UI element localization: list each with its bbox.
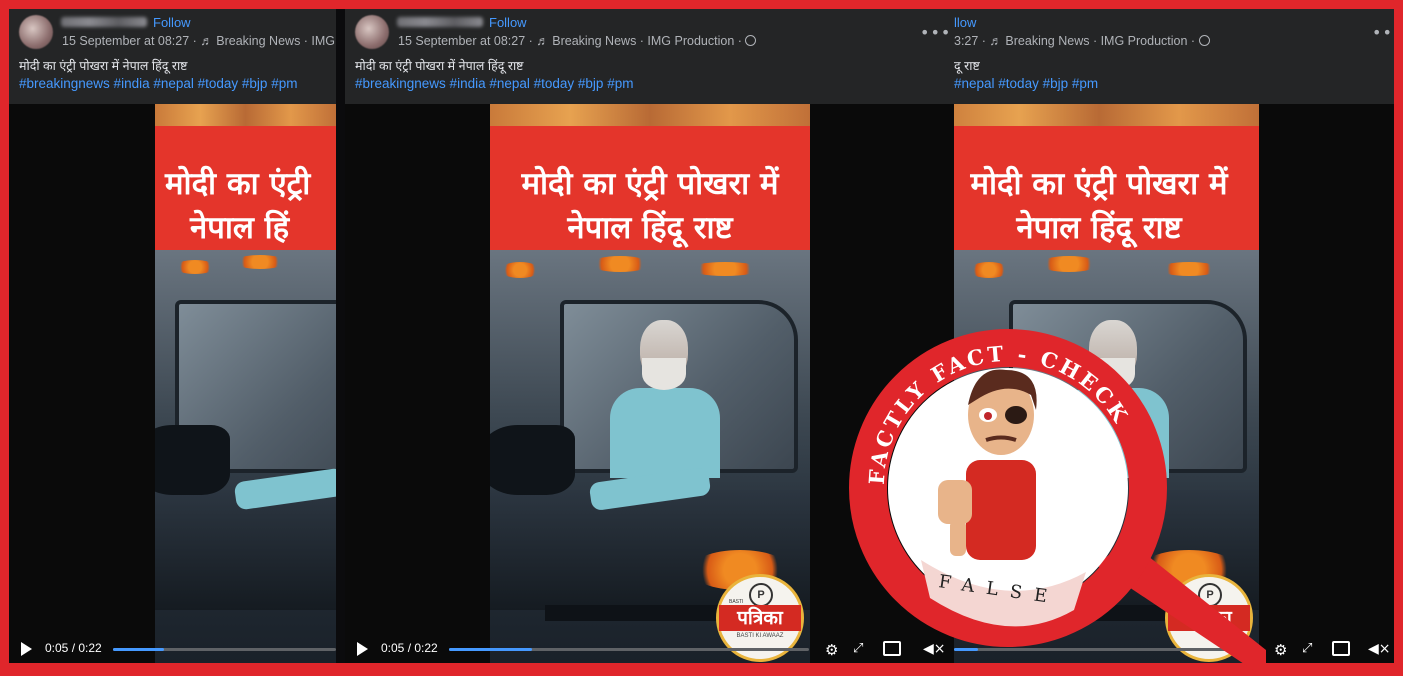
more-icon[interactable]: ••• xyxy=(920,23,951,42)
flowers xyxy=(1039,256,1099,272)
video-top-strip xyxy=(490,104,810,126)
beard xyxy=(642,358,686,390)
globe-icon xyxy=(1198,35,1210,46)
video-top-strip xyxy=(954,104,1259,126)
settings-icon[interactable]: ⚙ xyxy=(825,641,838,659)
mute-icon[interactable]: ◀× xyxy=(1368,641,1391,657)
post-header: Follow 15 September at 08:27 · ♬ Breakin… xyxy=(9,9,336,104)
flowers xyxy=(500,262,540,278)
play-icon[interactable] xyxy=(357,642,368,656)
stamp-graphic: FACTLY FACT - CHECK FALSE xyxy=(849,329,1266,672)
patrika-logo-icon: P xyxy=(749,583,773,607)
video-top-strip xyxy=(155,104,336,126)
car-plate xyxy=(545,605,745,621)
post-meta: 15 September at 08:27 · ♬ Breaking News … xyxy=(398,34,757,48)
flowers xyxy=(235,255,285,269)
author-name-blurred[interactable] xyxy=(61,17,147,27)
post-meta: 15 September at 08:27 · ♬ Breaking News … xyxy=(62,34,336,48)
video-scene xyxy=(155,250,336,663)
post-hashtags[interactable]: #breakingnews #india #nepal #today #bjp … xyxy=(19,76,297,91)
post-header: Follow 15 September at 08:27 · ♬ Breakin… xyxy=(345,9,954,104)
banner-line-1: मोदी का एंट्री xyxy=(165,166,311,202)
flowers xyxy=(175,260,215,274)
follow-button[interactable]: Follow xyxy=(153,15,191,30)
post-hashtags[interactable]: #breakingnews #india #nepal #today #bjp … xyxy=(355,76,633,91)
flowers xyxy=(1159,262,1219,276)
post-meta-text: 15 September at 08:27 · ♬ Breaking News … xyxy=(398,34,746,48)
fullscreen-icon[interactable]: ⤢ xyxy=(1302,641,1312,656)
shirt xyxy=(610,388,720,478)
banner-line-2: नेपाल हिंदू राष्ट xyxy=(567,210,733,246)
video-frame: मोदी का एंट्री नेपाल हिं xyxy=(155,104,336,663)
post-caption: मोदी का एंट्री पोखरा में नेपाल हिंदू राष… xyxy=(19,59,188,73)
video-time: 0:05 / 0:22 xyxy=(45,641,102,655)
video-player[interactable]: मोदी का एंट्री नेपाल हिं 0:05 / 0:22 xyxy=(9,104,336,663)
flowers xyxy=(590,256,650,272)
video-banner: मोदी का एंट्री पोखरा में नेपाल हिंदू राष… xyxy=(490,126,810,250)
avatar[interactable] xyxy=(19,15,53,49)
globe-icon xyxy=(745,35,757,46)
banner-line-1: मोदी का एंट्री पोखरा में xyxy=(521,166,779,202)
pip-icon[interactable] xyxy=(1332,641,1350,660)
video-frame: मोदी का एंट्री पोखरा में नेपाल हिंदू राष… xyxy=(490,104,810,663)
follow-button[interactable]: Follow xyxy=(489,15,527,30)
banner-line-2: नेपाल हिं xyxy=(190,210,290,246)
post-left: Follow 15 September at 08:27 · ♬ Breakin… xyxy=(9,9,336,663)
car-mirror xyxy=(155,425,230,495)
progress-bar[interactable] xyxy=(449,648,809,651)
banner-line-1: मोदी का एंट्री पोखरा में xyxy=(970,166,1228,202)
post-meta-text: 3:27 · ♬ Breaking News · IMG Production … xyxy=(954,34,1199,48)
play-icon[interactable] xyxy=(21,642,32,656)
settings-icon[interactable]: ⚙ xyxy=(1274,641,1287,659)
factly-fact-check-stamp: FACTLY FACT - CHECK FALSE xyxy=(846,310,1266,672)
post-hashtags[interactable]: #nepal #today #bjp #pm xyxy=(954,76,1098,91)
video-controls: 0:05 / 0:22 xyxy=(9,635,336,663)
post-header: llow 3:27 · ♬ Breaking News · IMG Produc… xyxy=(954,9,1394,104)
flowers xyxy=(690,262,760,276)
author-name-blurred[interactable] xyxy=(397,17,483,27)
avatar[interactable] xyxy=(355,15,389,49)
person xyxy=(610,320,720,478)
flowers xyxy=(969,262,1009,278)
follow-button[interactable]: llow xyxy=(954,15,976,30)
banner-line-2: नेपाल हिंदू राष्ट xyxy=(1016,210,1182,246)
video-banner: मोदी का एंट्री पोखरा में नेपाल हिंदू राष… xyxy=(954,126,1259,250)
more-icon[interactable]: ••• xyxy=(1372,23,1394,42)
post-caption: मोदी का एंट्री पोखरा में नेपाल हिंदू राष… xyxy=(355,59,524,73)
progress-fill xyxy=(449,648,532,651)
logo-brand: पत्रिका xyxy=(719,605,801,631)
video-time: 0:05 / 0:22 xyxy=(381,641,438,655)
post-caption: दू राष्ट xyxy=(954,59,980,73)
progress-fill xyxy=(113,648,165,651)
car-mirror xyxy=(490,425,575,495)
video-banner: मोदी का एंट्री नेपाल हिं xyxy=(155,126,336,250)
post-meta: 3:27 · ♬ Breaking News · IMG Production … xyxy=(954,34,1210,48)
progress-bar[interactable] xyxy=(113,648,336,651)
